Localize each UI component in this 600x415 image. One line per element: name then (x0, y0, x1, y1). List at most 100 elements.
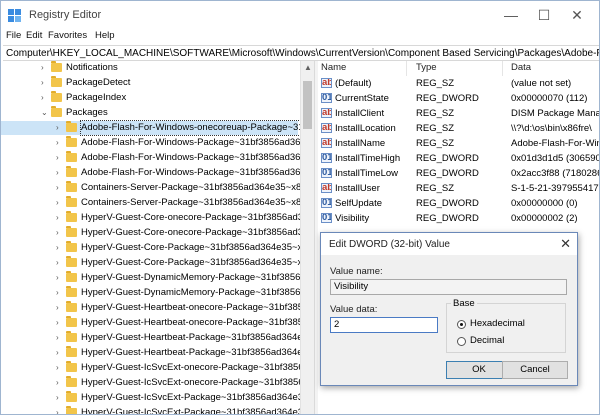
value-data: 0x01d3d1d5 (306590 (511, 153, 599, 164)
value-row[interactable]: 01 InstallTimeLow REG_DWORD 0x2acc3f88 (718… (318, 167, 599, 182)
tree-scrollbar[interactable]: ▲ (300, 61, 315, 414)
column-separator[interactable] (406, 61, 407, 76)
value-name: Visibility (335, 213, 370, 224)
value-type: REG_DWORD (416, 153, 479, 164)
chevron-right-icon[interactable]: › (56, 196, 59, 210)
tree-node[interactable]: › HyperV-Guest-Core-Package~31bf3856ad364… (1, 256, 300, 270)
value-type: REG_DWORD (416, 93, 479, 104)
scroll-thumb[interactable] (303, 81, 312, 129)
chevron-right-icon[interactable]: › (56, 136, 59, 150)
tree-node[interactable]: › PackageIndex (1, 91, 298, 105)
folder-icon (66, 346, 77, 357)
tree-node[interactable]: › PackageDetect (1, 76, 298, 90)
tree-node[interactable]: › HyperV-Guest-DynamicMemory-Package~31bf… (1, 286, 300, 300)
column-header-data[interactable]: Data (511, 62, 531, 73)
tree-node[interactable]: › HyperV-Guest-IcSvcExt-Package~31bf3856a… (1, 391, 300, 405)
column-separator[interactable] (502, 61, 503, 76)
tree-node-label: HyperV-Guest-Core-Package~31bf3856ad364e… (81, 257, 300, 268)
value-type: REG_SZ (416, 123, 455, 134)
tree-node[interactable]: › HyperV-Guest-Heartbeat-onecore-Package~… (1, 301, 300, 315)
value-row[interactable]: 01 InstallTimeHigh REG_DWORD 0x01d3d1d5 (30… (318, 152, 599, 167)
tree-node-label: Adobe-Flash-For-Windows-Package~31bf3856… (81, 167, 300, 178)
chevron-right-icon[interactable]: › (56, 286, 59, 300)
value-row[interactable]: ab InstallLocation REG_SZ \\?\d:\os\bin\x86… (318, 122, 599, 137)
tree-node[interactable]: › HyperV-Guest-IcSvcExt-Package~31bf3856a… (1, 406, 300, 414)
decimal-label[interactable]: Decimal (470, 335, 504, 346)
hexadecimal-radio[interactable] (457, 320, 466, 329)
value-row[interactable]: ab InstallName REG_SZ Adobe-Flash-For-Win (318, 137, 599, 152)
chevron-right-icon[interactable]: › (41, 76, 44, 90)
chevron-right-icon[interactable]: › (56, 391, 59, 405)
string-value-icon: ab (321, 78, 332, 88)
chevron-right-icon[interactable]: › (56, 316, 59, 330)
menu-help[interactable]: Help (95, 30, 115, 41)
chevron-right-icon[interactable]: › (56, 361, 59, 375)
tree-node[interactable]: › HyperV-Guest-Core-onecore-Package~31bf3… (1, 226, 300, 240)
chevron-right-icon[interactable]: › (56, 331, 59, 345)
title-bar[interactable]: Registry Editor — ☐ ✕ (1, 1, 599, 29)
dialog-close-icon[interactable]: ✕ (560, 236, 571, 252)
tree-node[interactable]: › HyperV-Guest-Heartbeat-Package~31bf3856… (1, 346, 300, 360)
maximize-button[interactable]: ☐ (529, 5, 559, 25)
tree-node[interactable]: ⌄ Packages (1, 106, 298, 120)
tree-node[interactable]: › HyperV-Guest-Core-onecore-Package~31bf3… (1, 211, 300, 225)
chevron-right-icon[interactable]: › (56, 256, 59, 270)
tree-node[interactable]: › HyperV-Guest-IcSvcExt-onecore-Package~3… (1, 361, 300, 375)
chevron-right-icon[interactable]: › (56, 151, 59, 165)
scroll-up-arrow-icon[interactable]: ▲ (304, 63, 312, 72)
chevron-right-icon[interactable]: › (56, 166, 59, 180)
minimize-button[interactable]: — (496, 5, 526, 25)
column-header-type[interactable]: Type (416, 62, 437, 73)
value-data-input[interactable]: 2 (330, 317, 438, 333)
chevron-right-icon[interactable]: › (56, 376, 59, 390)
tree-node[interactable]: › Adobe-Flash-For-Windows-Package~31bf385… (1, 151, 300, 165)
menu-edit[interactable]: Edit (26, 30, 42, 41)
value-row[interactable]: ab (Default) REG_SZ (value not set) (318, 77, 599, 92)
tree-node[interactable]: › Notifications (1, 61, 298, 75)
close-button[interactable]: ✕ (562, 5, 592, 25)
value-data: Adobe-Flash-For-Win (511, 138, 599, 149)
value-row[interactable]: ab InstallClient REG_SZ DISM Package Manag (318, 107, 599, 122)
value-type: REG_SZ (416, 78, 455, 89)
chevron-right-icon[interactable]: › (56, 301, 59, 315)
tree-node[interactable]: › HyperV-Guest-Heartbeat-onecore-Package~… (1, 316, 300, 330)
tree-node[interactable]: › HyperV-Guest-IcSvcExt-onecore-Package~3… (1, 376, 300, 390)
tree-node[interactable]: › HyperV-Guest-DynamicMemory-Package~31bf… (1, 271, 300, 285)
tree-node[interactable]: › Containers-Server-Package~31bf3856ad364… (1, 196, 300, 210)
chevron-right-icon[interactable]: › (56, 406, 59, 414)
chevron-down-icon[interactable]: ⌄ (41, 106, 48, 120)
decimal-radio[interactable] (457, 337, 466, 346)
menu-file[interactable]: File (6, 30, 21, 41)
binary-value-icon: 01 (321, 153, 332, 163)
hexadecimal-label[interactable]: Hexadecimal (470, 318, 525, 329)
tree-node[interactable]: › Adobe-Flash-For-Windows-Package~31bf385… (1, 136, 300, 150)
tree-node[interactable]: › Adobe-Flash-For-Windows-onecoreuap-Pack… (1, 120, 300, 136)
dialog-title-bar[interactable]: Edit DWORD (32-bit) Value ✕ (321, 233, 577, 255)
chevron-right-icon[interactable]: › (41, 61, 44, 75)
value-name-field[interactable]: Visibility (330, 279, 567, 295)
chevron-right-icon[interactable]: › (56, 181, 59, 195)
menu-bar: File Edit Favorites Help (1, 29, 599, 44)
tree-node-label: HyperV-Guest-IcSvcExt-onecore-Package~31… (81, 362, 300, 373)
chevron-right-icon[interactable]: › (56, 271, 59, 285)
tree-node[interactable]: › Adobe-Flash-For-Windows-Package~31bf385… (1, 166, 300, 180)
value-row[interactable]: 01 Visibility REG_DWORD 0x00000002 (2) (318, 212, 599, 227)
address-bar[interactable]: Computer\HKEY_LOCAL_MACHINE\SOFTWARE\Mic… (3, 45, 599, 61)
value-row[interactable]: 01 SelfUpdate REG_DWORD 0x00000000 (0) (318, 197, 599, 212)
column-header-name[interactable]: Name (321, 62, 346, 73)
value-data: 0x2acc3f88 (7180286 (511, 168, 599, 179)
chevron-right-icon[interactable]: › (56, 226, 59, 240)
chevron-right-icon[interactable]: › (41, 91, 44, 105)
chevron-right-icon[interactable]: › (56, 121, 59, 135)
tree-node[interactable]: › HyperV-Guest-Core-Package~31bf3856ad364… (1, 241, 300, 255)
value-row[interactable]: 01 CurrentState REG_DWORD 0x00000070 (112) (318, 92, 599, 107)
tree-node-label: PackageIndex (66, 92, 127, 103)
chevron-right-icon[interactable]: › (56, 346, 59, 360)
cancel-button[interactable]: Cancel (502, 361, 568, 379)
value-row[interactable]: ab InstallUser REG_SZ S-1-5-21-397955417 (318, 182, 599, 197)
menu-favorites[interactable]: Favorites (48, 30, 87, 41)
tree-node[interactable]: › Containers-Server-Package~31bf3856ad364… (1, 181, 300, 195)
tree-node[interactable]: › HyperV-Guest-Heartbeat-Package~31bf3856… (1, 331, 300, 345)
chevron-right-icon[interactable]: › (56, 211, 59, 225)
chevron-right-icon[interactable]: › (56, 241, 59, 255)
